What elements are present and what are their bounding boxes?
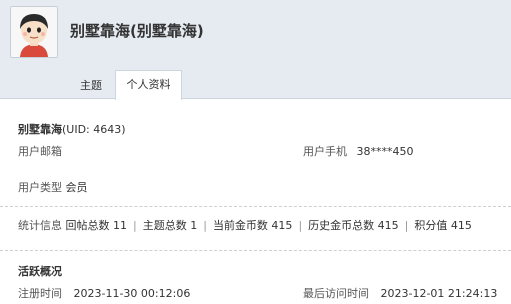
register-time-label: 注册时间: [18, 287, 62, 300]
tab-topics[interactable]: 主题: [80, 77, 102, 93]
divider: [0, 250, 511, 251]
stat-posts[interactable]: 回帖总数 11: [66, 219, 128, 232]
email-field: 用户邮箱: [18, 143, 62, 159]
stat-points: 积分值 415: [414, 219, 472, 232]
user-name-line: 别墅靠海(UID: 4643): [18, 121, 126, 137]
phone-value: 38****450: [356, 145, 414, 158]
register-time-field: 注册时间 2023-11-30 00:12:06: [18, 285, 190, 301]
stats-label: 统计信息: [18, 219, 62, 232]
stats-line: 统计信息 回帖总数 11 | 主题总数 1 | 当前金币数 415 | 历史金币总数 415…: [18, 217, 472, 233]
user-name: 别墅靠海: [18, 123, 62, 136]
stat-separator: |: [298, 219, 303, 232]
stat-separator: |: [404, 219, 409, 232]
user-type-value: 会员: [65, 181, 88, 194]
stat-threads[interactable]: 主题总数 1: [143, 219, 198, 232]
last-visit-value: 2023-12-01 21:24:13: [380, 287, 498, 300]
stat-coins: 当前金币数 415: [212, 219, 293, 232]
stat-separator: |: [133, 219, 137, 232]
page-title: 别墅靠海(别墅靠海): [70, 22, 204, 40]
stat-history-coins: 历史金币总数 415: [308, 219, 399, 232]
profile-header: 别墅靠海(别墅靠海) 主题 个人资料: [0, 0, 511, 100]
register-time-value: 2023-11-30 00:12:06: [73, 287, 191, 300]
activity-section-title: 活跃概况: [18, 265, 62, 278]
phone-label: 用户手机: [303, 145, 347, 158]
avatar[interactable]: [10, 6, 58, 58]
user-uid: (UID: 4643): [62, 123, 126, 136]
tab-profile[interactable]: 个人资料: [115, 70, 182, 100]
phone-field: 用户手机 38****450: [303, 143, 414, 159]
divider: [0, 206, 511, 207]
user-type-field: 用户类型 会员: [18, 179, 88, 195]
stat-separator: |: [203, 219, 207, 232]
email-label: 用户邮箱: [18, 145, 62, 158]
last-visit-field: 最后访问时间 2023-12-01 21:24:13: [303, 285, 497, 301]
last-visit-label: 最后访问时间: [303, 287, 369, 300]
avatar-boy-icon: [11, 7, 57, 57]
user-type-label: 用户类型: [18, 181, 62, 194]
